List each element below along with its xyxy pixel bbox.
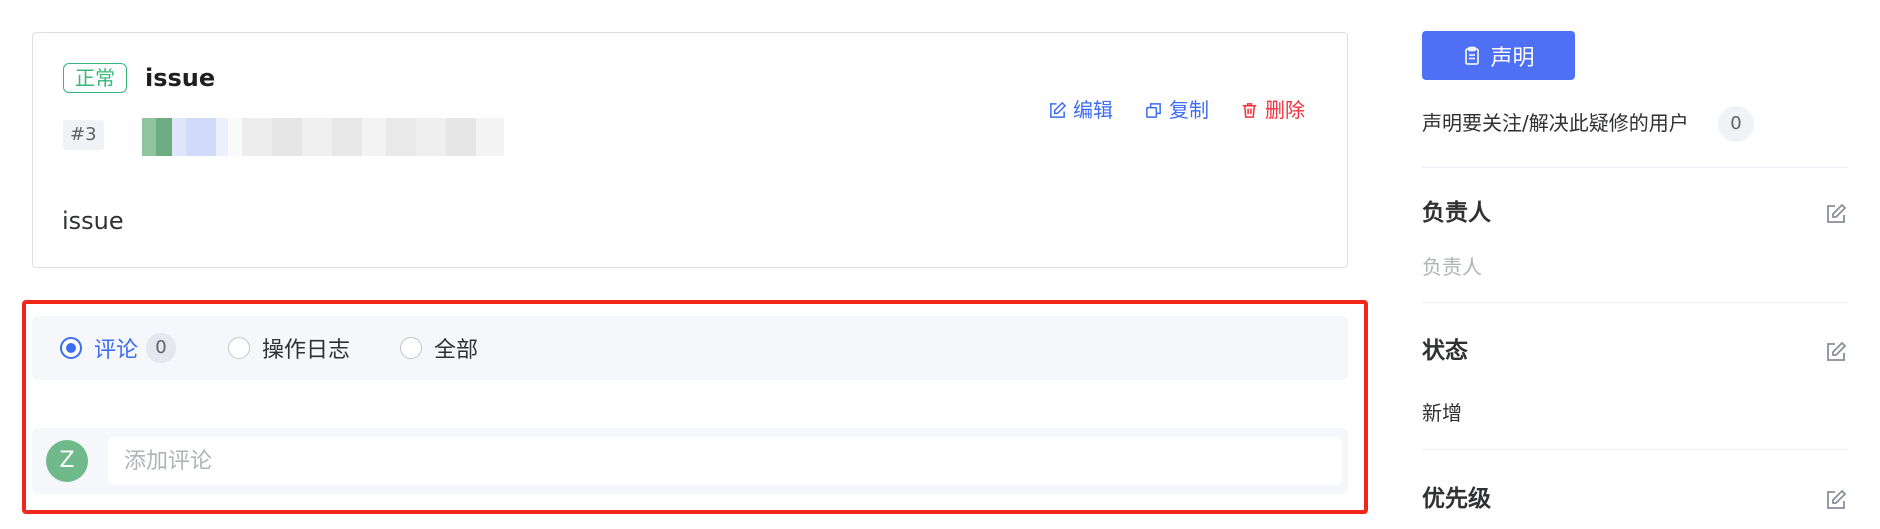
assignee-title: 负责人: [1422, 200, 1491, 226]
claim-button-label: 声明: [1490, 45, 1535, 71]
claim-button[interactable]: 声明: [1422, 31, 1575, 80]
delete-button[interactable]: 删除: [1240, 96, 1305, 124]
edit-icon[interactable]: [1824, 202, 1848, 226]
edit-label: 编辑: [1073, 98, 1113, 122]
highlight-box: [22, 300, 1368, 514]
edit-button[interactable]: 编辑: [1048, 96, 1113, 124]
assignee-value[interactable]: 负责人: [1422, 252, 1482, 282]
claim-description: 声明要关注/解决此疑修的用户: [1422, 111, 1689, 135]
divider: [1422, 167, 1848, 168]
clipboard-icon: [1465, 46, 1480, 65]
delete-label: 删除: [1265, 98, 1305, 122]
copy-label: 复制: [1169, 98, 1209, 122]
trash-icon: [1242, 102, 1257, 118]
copy-button[interactable]: 复制: [1144, 96, 1209, 124]
edit-icon[interactable]: [1824, 340, 1848, 364]
issue-body: issue: [62, 207, 124, 235]
claim-count-badge: 0: [1718, 106, 1754, 142]
status-tag: 正常: [63, 63, 127, 93]
issue-title: issue: [145, 64, 216, 92]
edit-icon[interactable]: [1824, 488, 1848, 512]
divider: [1422, 302, 1848, 303]
status-value[interactable]: 新增: [1422, 398, 1462, 428]
priority-title: 优先级: [1422, 486, 1491, 512]
edit-icon: [1050, 101, 1067, 118]
issue-number: #3: [63, 120, 104, 150]
divider: [1422, 449, 1848, 450]
status-title: 状态: [1422, 338, 1468, 364]
redacted-info: [142, 118, 504, 156]
copy-icon: [1146, 102, 1161, 118]
